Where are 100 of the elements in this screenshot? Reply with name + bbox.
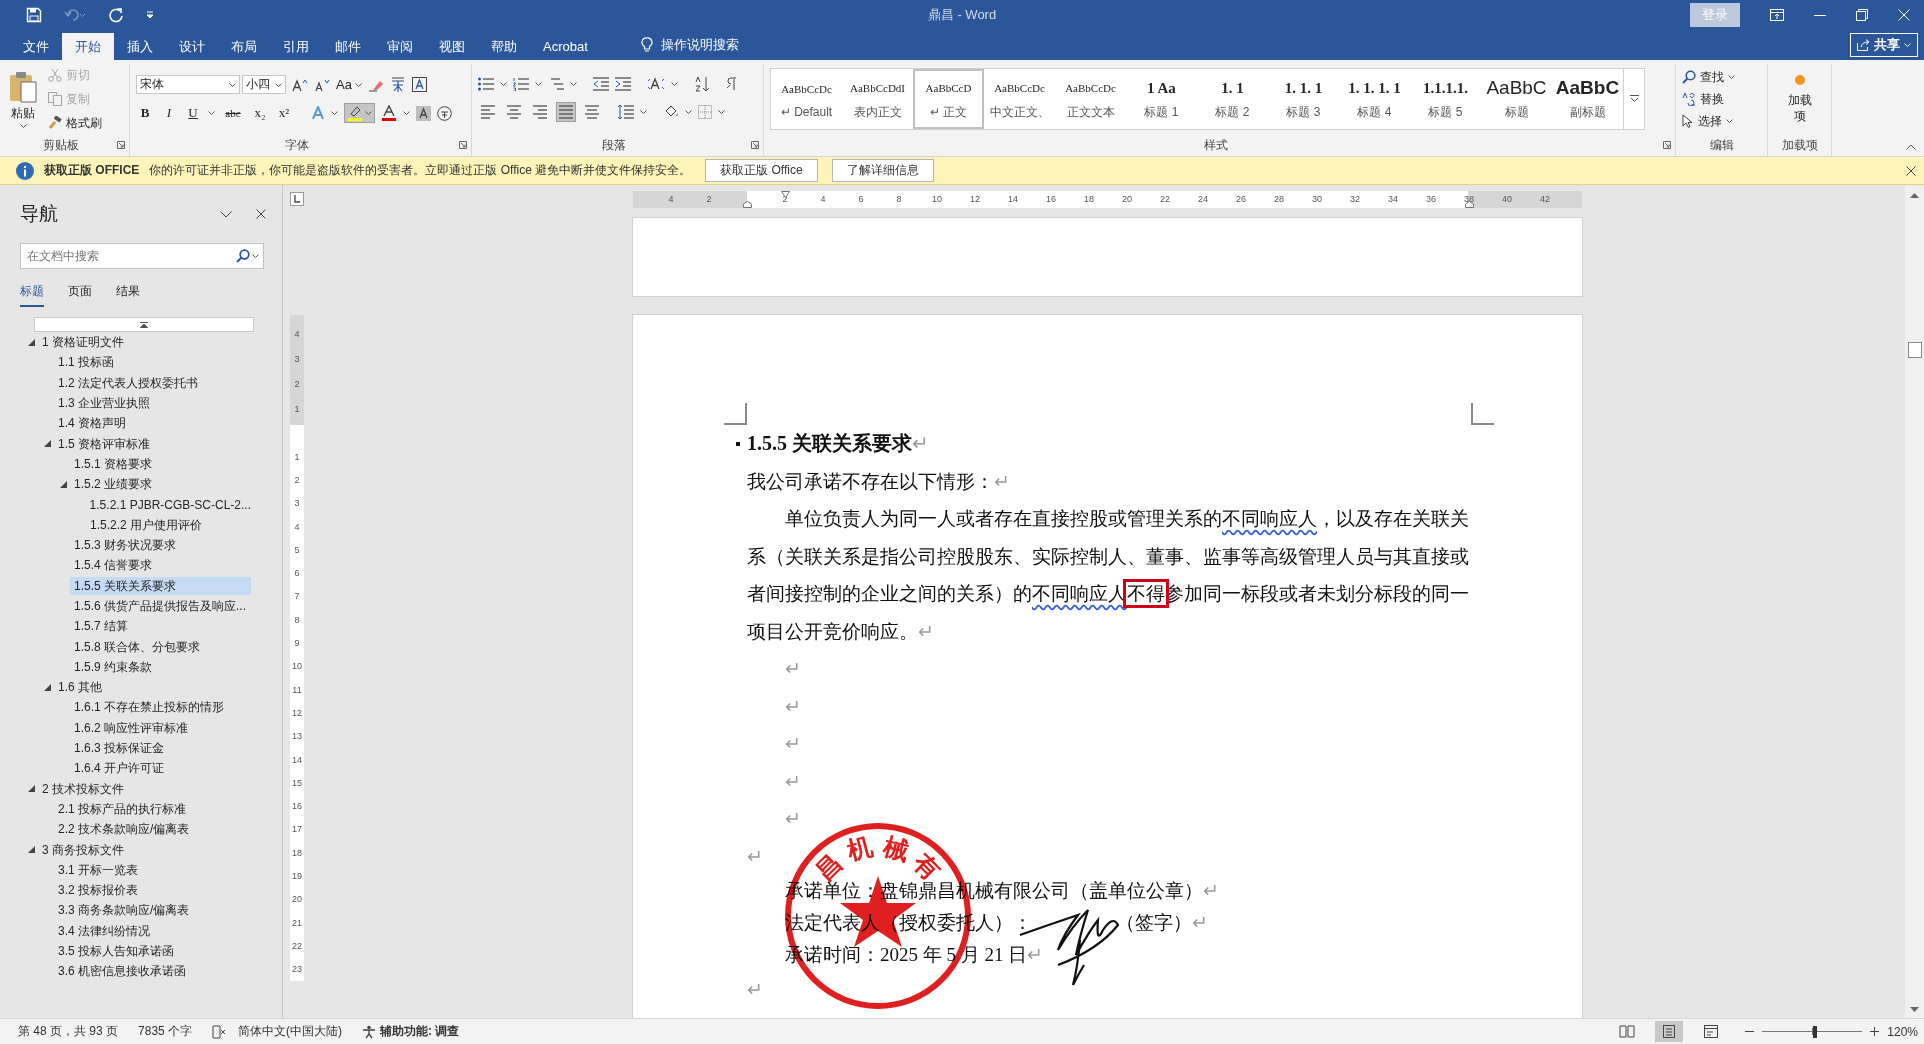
caret-icon[interactable] [275,82,282,87]
caret-icon[interactable] [685,110,692,114]
nav-heading-item[interactable]: 1.5.2 业绩要求 [70,475,251,494]
expand-triangle-icon[interactable] [43,683,51,691]
nav-heading-item[interactable]: 1.2 法定代表人授权委托书 [54,373,251,392]
shrink-font-icon[interactable] [314,77,330,92]
nav-heading-item[interactable]: 1.6.2 响应性评审标准 [70,718,251,737]
close-icon[interactable] [1906,165,1916,176]
pinyin-guide-icon[interactable] [389,76,406,93]
numbering-icon[interactable] [513,77,529,91]
caret-icon[interactable] [535,82,542,86]
subscript-button[interactable]: x₂ [251,105,269,121]
style-option[interactable]: AaBbC 标题 [1481,69,1552,129]
indent-marker-icon[interactable] [1465,200,1474,208]
character-border-icon[interactable] [411,77,427,92]
ribbon-tab[interactable]: 开始 [62,33,114,60]
superscript-button[interactable]: x² [275,105,293,121]
ribbon-display-icon[interactable] [1770,9,1784,21]
style-option[interactable]: 1. 1. 1 标题 3 [1268,69,1339,129]
style-option[interactable]: AaBbCcDc ↵ Default [771,69,842,129]
align-button[interactable] [582,102,602,122]
text-effects-icon[interactable] [311,106,325,120]
align-button[interactable] [556,102,576,122]
nav-heading-item[interactable]: 2.1 投标产品的执行标准 [54,799,251,818]
proofing-icon[interactable] [212,1024,227,1039]
caret-icon[interactable] [640,110,647,114]
font-color-icon[interactable] [381,105,397,121]
character-shading-icon[interactable] [416,105,431,121]
nav-heading-item[interactable]: 1 资格证明文件 [38,333,251,352]
style-option[interactable]: 1. 1 标题 2 [1197,69,1268,129]
tell-me-search[interactable]: 操作说明搜索 [660,36,739,54]
accessibility-status[interactable]: 辅助功能: 调查 [380,1023,460,1040]
nav-heading-item[interactable]: 1.6.1 不存在禁止投标的情形 [70,698,251,717]
nav-heading-item[interactable]: 3.2 投标报价表 [54,881,251,900]
nav-heading-item[interactable]: 1.5.6 供货产品提供报告及响应... [70,597,251,615]
align-button[interactable] [478,102,498,122]
ribbon-tab[interactable]: 帮助 [478,33,530,60]
increase-indent-icon[interactable] [615,77,631,91]
strikethrough-button[interactable]: abc [221,107,245,119]
underline-button[interactable]: U [184,105,202,121]
change-case-button[interactable]: Aa [336,77,352,92]
vertical-ruler[interactable]: 4 3 2 1 1 2 3 4 5 6 7 8 9 10 11 12 13 14 15 16 17 18 19 20 21 22 23 [290,315,304,981]
editing-action[interactable]: 替换 [1682,89,1735,109]
nav-heading-item[interactable]: 1.6.3 投标保证金 [70,739,251,758]
caret-icon[interactable] [570,82,577,86]
caret-icon[interactable] [354,82,362,87]
caret-icon[interactable] [500,82,507,86]
caret-icon[interactable] [671,82,678,86]
ribbon-tab[interactable]: 插入 [114,33,166,60]
add-ins-button[interactable]: 加载项 [1787,74,1812,124]
info-bar-button[interactable]: 了解详细信息 [831,159,934,182]
style-option[interactable]: AaBbCcDc 中文正文、 [984,69,1055,129]
clipboard-action[interactable]: 格式刷 [48,113,102,133]
caret-icon[interactable] [718,110,725,114]
dialog-launcher-icon[interactable] [1663,141,1671,149]
caret-icon[interactable] [19,123,27,128]
lightbulb-icon[interactable] [640,37,653,53]
scroll-down-icon[interactable] [1910,1007,1919,1012]
nav-heading-item[interactable]: 1.5.5 关联关系要求 [70,576,251,595]
ribbon-tab[interactable]: 审阅 [374,33,426,60]
dialog-launcher-icon[interactable] [459,141,467,149]
expand-triangle-icon[interactable] [27,785,35,793]
zoom-in-icon[interactable] [1870,1027,1880,1036]
tab-selector-icon[interactable] [289,192,304,206]
scroll-up-icon[interactable] [1910,193,1919,198]
vertical-scrollbar[interactable] [1905,185,1924,1018]
style-option[interactable]: AaBbCcDc 正文文本 [1055,69,1126,129]
expand-triangle-icon[interactable] [59,480,67,488]
ribbon-tab[interactable]: Acrobat [530,33,601,60]
expand-triangle-icon[interactable] [43,440,51,448]
nav-heading-item[interactable]: 1.5.3 财务状况要求 [70,536,251,555]
close-icon[interactable] [256,209,266,219]
multilevel-list-icon[interactable] [548,77,564,91]
ribbon-tab[interactable]: 视图 [426,33,478,60]
nav-heading-item[interactable]: 3.4 法律纠纷情况 [54,921,251,940]
caret-icon[interactable] [331,111,338,115]
nav-heading-item[interactable]: 1.1 投标函 [54,353,251,372]
gallery-more-icon[interactable] [1629,95,1639,103]
search-field[interactable]: 在文档中搜索 [20,243,264,269]
editing-action[interactable]: 选择 [1682,111,1735,131]
chinese-layout-icon[interactable] [647,77,665,91]
caret-icon[interactable] [229,82,236,87]
nav-heading-item[interactable]: 1.3 企业营业执照 [54,394,251,413]
paste-button[interactable]: 粘贴 [6,70,40,128]
editing-action[interactable]: 查找 [1682,67,1735,87]
nav-heading-item[interactable]: 3.5 投标人告知承诺函 [54,942,251,961]
decrease-indent-icon[interactable] [593,77,609,91]
share-button[interactable]: 共享 [1850,33,1918,57]
nav-heading-item[interactable]: 1.5.9 约束条款 [70,657,251,676]
indent-marker-icon[interactable] [781,190,790,198]
nav-heading-item[interactable]: 3.1 开标一览表 [54,860,251,879]
grow-font-icon[interactable] [292,77,308,92]
align-button[interactable] [504,102,524,122]
caret-icon[interactable] [208,111,215,115]
caret-icon[interactable] [1728,75,1735,79]
zoom-level[interactable]: 120% [1887,1024,1918,1039]
nav-heading-item[interactable]: 1.5.7 结算 [70,617,251,636]
nav-heading-item[interactable]: 2.2 技术条款响应/偏离表 [54,820,251,839]
redo-icon[interactable] [108,7,124,23]
highlighter-icon[interactable] [347,105,363,121]
